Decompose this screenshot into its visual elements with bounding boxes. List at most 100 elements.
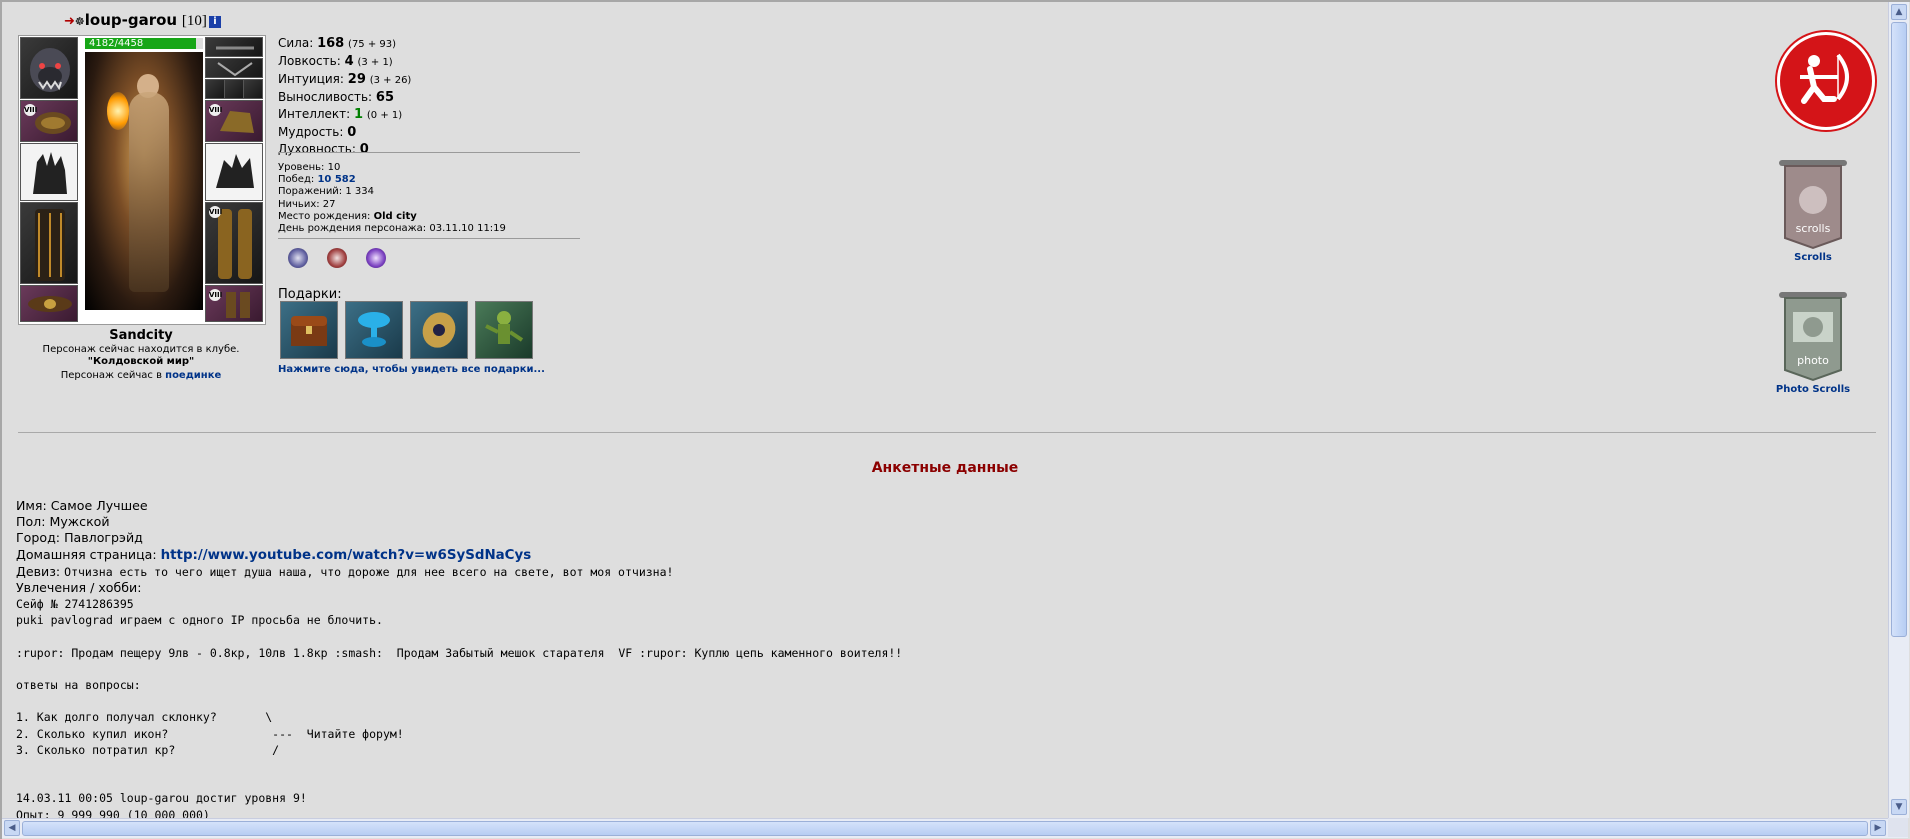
info-wins: Побед: 10 582: [278, 174, 356, 186]
bracers-slot[interactable]: VIII: [20, 100, 78, 142]
horizontal-scrollbar[interactable]: ◀ ▶: [2, 818, 1908, 838]
slot-badge: VIII: [209, 289, 223, 301]
scroll-up-button[interactable]: ▲: [1891, 4, 1907, 20]
anketa-name: Имя: Самое Лучшее: [16, 498, 148, 513]
stat-row: Интеллект: 1 (0 + 1): [278, 106, 411, 124]
guild-emblem-icon: [85, 306, 203, 322]
page-content: ➜☸loup-garou [10] i VIII 4182/4458 VIII …: [2, 2, 1888, 818]
portrait-figure: [129, 92, 169, 292]
info-icon[interactable]: i: [208, 16, 221, 28]
photo-icon-text: photo: [1797, 354, 1829, 367]
stat-value: 29: [347, 72, 366, 87]
stat-row: Сила: 168 (75 + 93): [278, 35, 411, 53]
horizontal-scroll-thumb[interactable]: [22, 821, 1868, 836]
stat-label: Выносливость:: [278, 90, 373, 104]
info-level: Уровень: 10: [278, 162, 341, 173]
anketa-hobby: Увлечения / хобби:: [16, 580, 142, 596]
stat-row: Ловкость: 4 (3 + 1): [278, 53, 411, 71]
stat-label: Ловкость:: [278, 54, 341, 68]
homepage-link[interactable]: http://www.youtube.com/watch?v=w6SySdNaC…: [161, 548, 532, 563]
photo-scrolls-icon[interactable]: photo: [1777, 290, 1849, 382]
anketa-title: Анкетные данные: [871, 460, 1019, 476]
slot-badge: VIII: [209, 206, 223, 218]
anketa-gender: Пол: Мужской: [16, 514, 110, 530]
shoulder-slot[interactable]: VIII: [205, 100, 263, 142]
scrollbar-corner: [1888, 818, 1908, 837]
hp-bar: 4182/4458: [85, 38, 203, 49]
stat-value: 0: [347, 125, 357, 140]
scroll-left-button[interactable]: ◀: [4, 820, 20, 836]
hp-text: 4182/4458: [89, 38, 144, 49]
stat-label: Сила:: [278, 36, 314, 50]
info-draws: Ничьих: 27: [278, 198, 336, 210]
gloves-slot[interactable]: [20, 143, 78, 201]
scroll-right-button[interactable]: ▶: [1870, 820, 1886, 836]
archer-class-icon[interactable]: [1777, 32, 1875, 130]
stat-label: Духовность:: [278, 142, 356, 156]
slot-badge: VIII: [24, 104, 38, 116]
info-divider: [278, 238, 580, 239]
stat-extra: (75 + 93): [348, 39, 397, 50]
stat-row: Духовность: 0: [278, 141, 411, 158]
paper-doll: VIII 4182/4458 VIII VIII VIII: [18, 35, 266, 325]
anketa-city: Город: Павлогрэйд: [16, 530, 143, 546]
battle-status: Персонаж сейчас в поединке: [18, 370, 264, 381]
stat-row: Мудрость: 0: [278, 124, 411, 141]
anketa-motto: Девиз: Отчизна есть то чего ищет душа на…: [16, 563, 674, 579]
gifts-title: Подарки:: [278, 287, 342, 302]
medal-icon-3[interactable]: [366, 248, 386, 268]
earring-slot[interactable]: [205, 37, 263, 57]
armor-slot[interactable]: [20, 202, 78, 284]
amulet-slot[interactable]: [205, 58, 263, 78]
stat-label: Интуиция:: [278, 72, 344, 86]
character-portrait[interactable]: [85, 52, 203, 310]
hp-missing: [196, 38, 203, 49]
medal-icon-1[interactable]: [288, 248, 308, 268]
character-level: [10]: [181, 13, 207, 29]
about-text: Сейф № 2741286395 puki pavlograd играем …: [16, 597, 903, 818]
ring-slot-2[interactable]: [224, 79, 244, 99]
all-gifts-link[interactable]: Нажмите сюда, чтобы увидеть все подарки.…: [278, 364, 545, 375]
ring-slot-1[interactable]: [205, 79, 225, 99]
stat-label: Интеллект:: [278, 107, 351, 121]
club-name: Sandcity: [109, 328, 173, 343]
clan-sign-icon: ☸: [74, 15, 85, 28]
battle-status-text: Персонаж сейчас в: [60, 370, 162, 381]
stat-row: Интуиция: 29 (3 + 26): [278, 71, 411, 89]
ring-slot-3[interactable]: [243, 79, 263, 99]
stat-value: 4: [344, 54, 354, 69]
vertical-scrollbar[interactable]: ▲ ▼: [1888, 2, 1909, 818]
gift-mushrooms[interactable]: [345, 301, 403, 359]
scrolls-label[interactable]: Scrolls: [1777, 252, 1849, 263]
info-birthplace: Место рождения: Old city: [278, 210, 417, 222]
scrolls-icon[interactable]: scrolls: [1777, 158, 1849, 250]
gift-goblin[interactable]: [475, 301, 533, 359]
anketa-block: Имя: Самое Лучшее Пол: Мужской Город: Па…: [16, 498, 673, 596]
helmet-slot[interactable]: [20, 37, 78, 99]
torch-flame: [107, 92, 129, 130]
stat-row: Выносливость: 65: [278, 89, 411, 106]
weapon-slot[interactable]: [205, 143, 263, 201]
medal-icon-2[interactable]: [327, 248, 347, 268]
scroll-down-button[interactable]: ▼: [1891, 799, 1907, 815]
scrolls-icon-text: scrolls: [1796, 222, 1831, 235]
photo-scrolls-label[interactable]: Photo Scrolls: [1767, 384, 1859, 395]
club-room: "Колдовской мир": [87, 356, 195, 367]
stats-divider: [278, 152, 580, 153]
character-info: Уровень: 10 Побед: 10 582 Поражений: 1 3…: [278, 162, 506, 235]
info-losses: Поражений: 1 334: [278, 186, 375, 198]
stat-extra: (3 + 26): [369, 75, 412, 86]
belt-slot[interactable]: [20, 285, 78, 322]
vertical-scroll-thumb[interactable]: [1891, 22, 1907, 637]
boots-slot[interactable]: VIII: [205, 285, 263, 322]
gift-chest[interactable]: [280, 301, 338, 359]
stats-block: Сила: 168 (75 + 93) Ловкость: 4 (3 + 1) Ин…: [278, 35, 411, 158]
character-nick: loup-garou: [84, 11, 178, 29]
stat-value: 168: [317, 36, 345, 51]
battle-link[interactable]: поединке: [165, 370, 221, 381]
anketa-homepage: Домашняя страница: http://www.youtube.co…: [16, 546, 532, 563]
stat-value: 1: [354, 107, 364, 122]
transfer-arrow-icon[interactable]: ➜: [64, 14, 75, 29]
gift-shield[interactable]: [410, 301, 468, 359]
legs-slot[interactable]: VIII: [205, 202, 263, 284]
